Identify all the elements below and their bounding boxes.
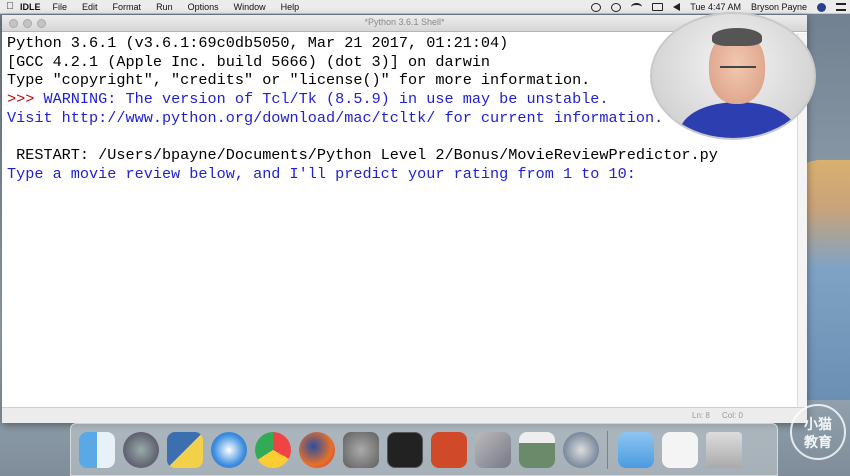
webcam-person-body — [680, 102, 796, 138]
menu-edit[interactable]: Edit — [82, 2, 98, 12]
status-menus: Tue 4:47 AM Bryson Payne — [581, 0, 846, 14]
finder-icon[interactable] — [79, 431, 115, 468]
webcam-overlay — [650, 12, 816, 140]
menu-options[interactable]: Options — [188, 2, 219, 12]
shell-output-line: Type a movie review below, and I'll pred… — [7, 164, 636, 183]
menu-help[interactable]: Help — [281, 2, 300, 12]
menu-run[interactable]: Run — [156, 2, 173, 12]
trash-icon[interactable] — [706, 431, 742, 468]
screenshot-icon[interactable] — [519, 431, 555, 468]
terminal-icon[interactable] — [387, 431, 423, 468]
webcam-person-hair — [712, 28, 762, 46]
watermark-line1: 小猫 — [804, 416, 832, 432]
notification-center-icon[interactable] — [836, 3, 846, 11]
wifi-icon[interactable] — [631, 3, 643, 11]
display-icon[interactable] — [652, 3, 664, 11]
app-menu[interactable]: IDLE — [20, 2, 41, 12]
record-status-icon[interactable] — [591, 2, 602, 12]
clock[interactable]: Tue 4:47 AM — [690, 2, 741, 12]
webcam-person-glasses — [720, 66, 756, 74]
chrome-icon[interactable] — [255, 431, 291, 468]
watermark-logo: 小猫 教育 — [790, 404, 846, 460]
dock-separator — [607, 430, 608, 469]
timemachine-icon[interactable] — [611, 2, 622, 12]
firefox-icon[interactable] — [299, 431, 335, 468]
line-number: Ln: 8 — [692, 411, 710, 420]
shell-warning-line: WARNING: The version of Tcl/Tk (8.5.9) i… — [43, 90, 609, 109]
downloads-icon[interactable] — [662, 431, 698, 468]
menu-format[interactable]: Format — [113, 2, 142, 12]
safari-icon[interactable] — [211, 431, 247, 468]
column-number: Col: 0 — [722, 411, 743, 420]
apple-menu-icon[interactable]:  — [0, 1, 20, 12]
system-preferences-icon[interactable] — [343, 431, 379, 468]
shell-restart-line: RESTART: /Users/bpayne/Documents/Python … — [7, 146, 718, 165]
siri-icon[interactable] — [817, 2, 826, 12]
watermark-line2: 教育 — [804, 434, 832, 450]
virtualbox-icon[interactable] — [475, 431, 511, 468]
quicktime-icon[interactable] — [563, 431, 599, 468]
powerpoint-icon[interactable] — [431, 431, 467, 468]
menu-file[interactable]: File — [53, 2, 68, 12]
volume-icon[interactable] — [673, 3, 681, 11]
status-bar: Ln: 8 Col: 0 — [2, 407, 807, 423]
shell-prompt: >>> — [7, 90, 44, 109]
menu-window[interactable]: Window — [234, 2, 266, 12]
launchpad-icon[interactable] — [123, 431, 159, 468]
folder-icon[interactable] — [618, 431, 654, 468]
user-name[interactable]: Bryson Payne — [751, 2, 807, 12]
python-launcher-icon[interactable] — [167, 431, 203, 468]
dock — [70, 423, 778, 476]
